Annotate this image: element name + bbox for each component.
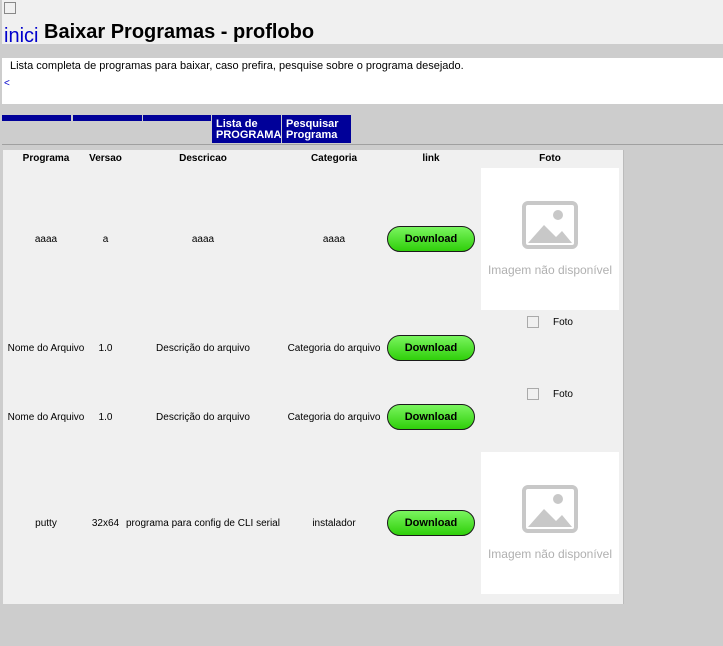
cell-foto: Foto: [478, 312, 622, 384]
page-header: inici Baixar Programas - proflobo: [2, 0, 723, 47]
cell-descricao: Descrição do arquivo: [156, 342, 250, 354]
image-placeholder: Imagem não disponível: [481, 168, 619, 310]
cell-versao: 32x64: [91, 517, 120, 529]
nav-item-pesquisar-programa[interactable]: Pesquisar Programa: [282, 115, 351, 143]
logo-link[interactable]: inici: [4, 2, 38, 48]
cell-categoria: aaaa: [322, 233, 346, 245]
nav-item-label: Pesquisar Programa: [286, 118, 339, 141]
cell-link: Download: [384, 450, 478, 596]
download-button[interactable]: Download: [387, 226, 475, 252]
foto-broken-image: Foto: [526, 316, 573, 328]
cell-link: Download: [384, 384, 478, 450]
cell-descricao: programa para config de CLI serial: [126, 517, 280, 529]
cell-versao: 1.0: [98, 411, 113, 423]
table-header-row: Programa Versao Descricao Categoria link…: [3, 150, 622, 166]
cell-foto: Imagem não disponível: [478, 166, 622, 312]
download-button[interactable]: Download: [387, 510, 475, 536]
cell-link: Download: [384, 312, 478, 384]
cell-versao: a: [102, 233, 109, 245]
foto-broken-image: Foto: [526, 388, 573, 400]
placeholder-text: Imagem não disponível: [487, 263, 613, 277]
col-header-descricao: Descricao: [179, 152, 227, 164]
cell-foto: Imagem não disponível: [478, 450, 622, 596]
programs-table: Programa Versao Descricao Categoria link…: [3, 150, 622, 596]
col-header-programa: Programa: [22, 152, 70, 164]
nav-item-label: Lista de PROGRAMAS: [216, 118, 289, 141]
broken-image-icon: [4, 2, 16, 14]
col-header-categoria: Categoria: [310, 152, 358, 164]
cell-categoria: Categoria do arquivo: [287, 411, 381, 423]
cell-programa: Nome do Arquivo: [7, 411, 85, 423]
broken-image-icon: [526, 316, 539, 328]
image-placeholder: Imagem não disponível: [481, 452, 619, 594]
cell-programa: putty: [35, 517, 57, 529]
table-row: putty 32x64 programa para config de CLI …: [3, 450, 622, 596]
cell-categoria: instalador: [312, 517, 356, 529]
download-button[interactable]: Download: [387, 404, 475, 430]
foto-alt-text: Foto: [552, 388, 573, 400]
cell-versao: 1.0: [98, 342, 113, 354]
table-row: Nome do Arquivo 1.0 Descrição do arquivo…: [3, 384, 622, 450]
col-header-link: link: [422, 152, 440, 164]
foto-alt-text: Foto: [552, 316, 573, 328]
download-button[interactable]: Download: [387, 335, 475, 361]
cell-categoria: Categoria do arquivo: [287, 342, 381, 354]
programs-table-container: Programa Versao Descricao Categoria link…: [3, 150, 624, 604]
nav-item-1[interactable]: [2, 115, 71, 121]
logo-alt-text: inici: [4, 25, 39, 47]
description-text: Lista completa de programas para baixar,…: [10, 60, 464, 72]
col-header-versao: Versao: [89, 152, 122, 164]
cell-descricao: aaaa: [191, 233, 215, 245]
cell-programa: aaaa: [34, 233, 58, 245]
cell-descricao: Descrição do arquivo: [156, 411, 250, 423]
table-row: Nome do Arquivo 1.0 Descrição do arquivo…: [3, 312, 622, 384]
broken-image-icon: [526, 388, 539, 400]
col-header-foto: Foto: [539, 152, 561, 164]
nav-item-3[interactable]: [143, 115, 211, 121]
image-icon: [522, 201, 578, 249]
cell-programa: Nome do Arquivo: [7, 342, 85, 354]
placeholder-text: Imagem não disponível: [487, 547, 613, 561]
nav-item-lista-programas[interactable]: Lista de PROGRAMAS: [212, 115, 289, 143]
image-icon: [522, 485, 578, 533]
nav-divider: [2, 144, 723, 145]
table-row: aaaa a aaaa aaaa Download Imagem não dis…: [3, 166, 622, 312]
nav-item-2[interactable]: [73, 115, 142, 121]
back-link[interactable]: <: [4, 78, 10, 89]
cell-link: Download: [384, 166, 478, 312]
description-panel: Lista completa de programas para baixar,…: [2, 58, 723, 104]
page-title: Baixar Programas - proflobo: [44, 21, 315, 43]
cell-foto: Foto: [478, 384, 622, 450]
